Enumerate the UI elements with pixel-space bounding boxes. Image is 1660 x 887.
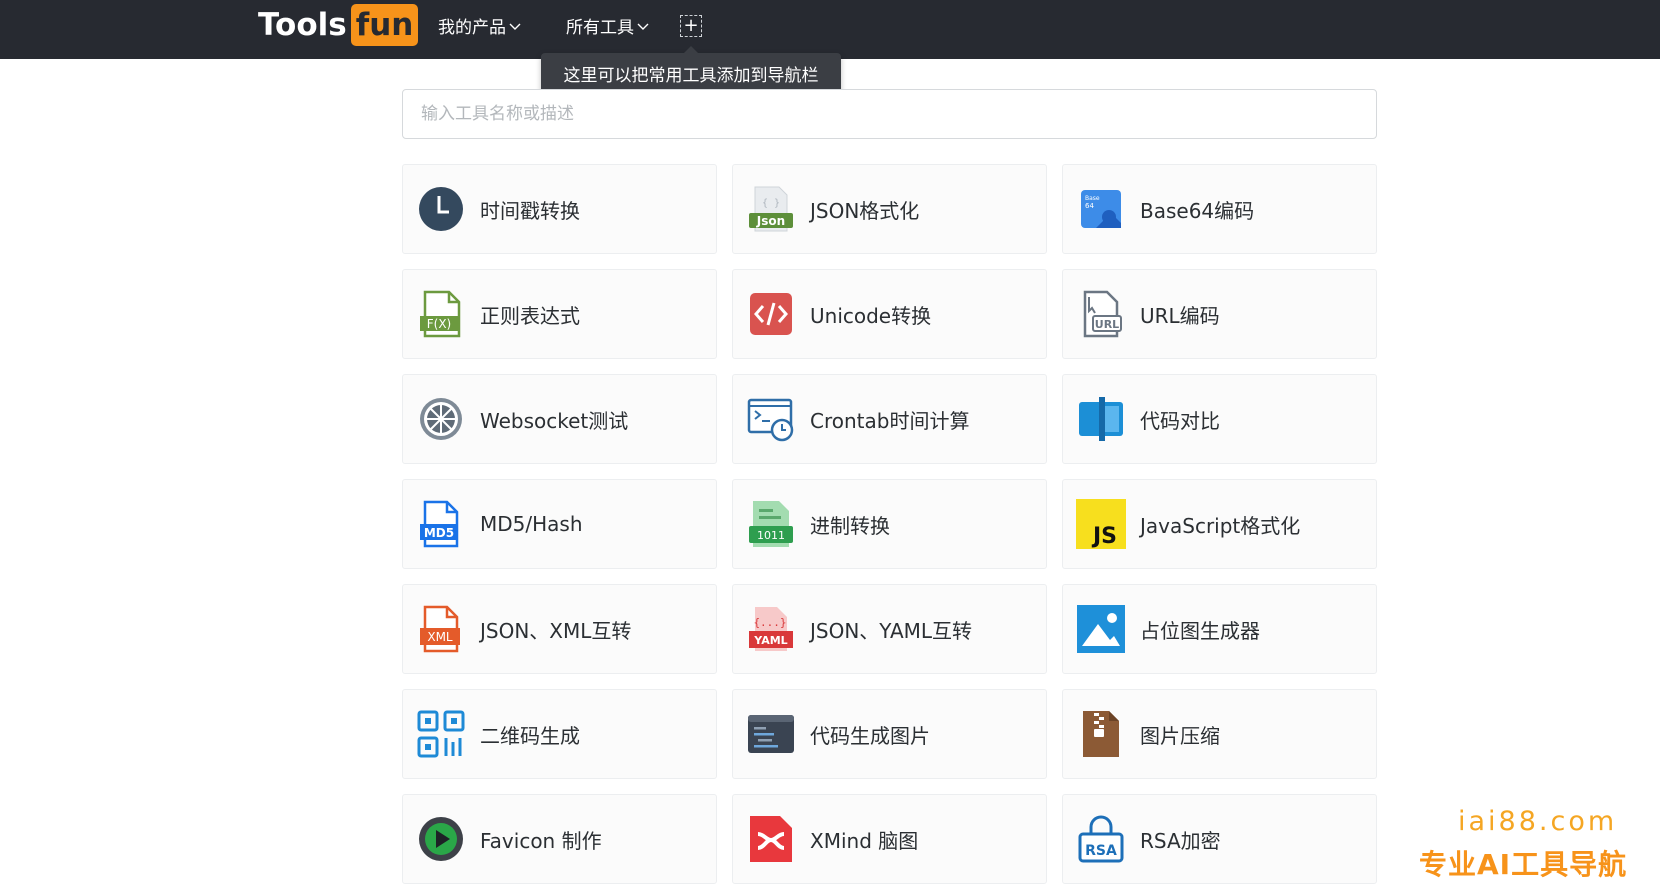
favicon-icon — [416, 814, 466, 864]
watermark-slogan: 专业AI工具导航 — [1419, 848, 1628, 881]
tool-card-label: Crontab时间计算 — [810, 408, 970, 433]
tool-card-json-format[interactable]: { } Json JSON格式化 — [732, 164, 1047, 254]
tool-card-crontab[interactable]: Crontab时间计算 — [732, 374, 1047, 464]
function-file-icon: F(X) — [416, 289, 466, 339]
tool-card-xmind[interactable]: XMind 脑图 — [732, 794, 1047, 884]
tools-grid: 时间戳转换 { } Json JSON格式化 Base 64 Base64编码 F(… — [402, 164, 1377, 884]
tool-card-label: 代码对比 — [1140, 408, 1220, 433]
split-compare-icon — [1076, 394, 1126, 444]
tool-card-favicon[interactable]: Favicon 制作 — [402, 794, 717, 884]
code-brackets-icon — [746, 289, 796, 339]
tool-card-label: RSA加密 — [1140, 828, 1221, 853]
xml-file-icon: XML — [416, 604, 466, 654]
tool-card-label: JavaScript格式化 — [1140, 513, 1301, 538]
tool-card-label: Base64编码 — [1140, 198, 1255, 223]
svg-text:F(X): F(X) — [427, 317, 452, 331]
zip-file-icon — [1076, 709, 1126, 759]
add-to-nav-button[interactable]: + — [680, 15, 702, 37]
tool-card-javascript-format[interactable]: JS JavaScript格式化 — [1062, 479, 1377, 569]
image-placeholder-icon — [1076, 604, 1126, 654]
terminal-timer-icon — [746, 394, 796, 444]
tool-card-label: URL编码 — [1140, 303, 1220, 328]
tool-card-placeholder-image[interactable]: 占位图生成器 — [1062, 584, 1377, 674]
chevron-down-icon — [637, 23, 649, 30]
tool-card-radix-convert[interactable]: 1011 进制转换 — [732, 479, 1047, 569]
svg-text:Base: Base — [1085, 195, 1100, 202]
svg-text:XML: XML — [427, 630, 453, 644]
svg-text:YAML: YAML — [753, 634, 787, 647]
tool-card-label: Favicon 制作 — [480, 828, 602, 853]
tool-card-label: JSON格式化 — [810, 198, 920, 223]
nav-my-products[interactable]: 我的产品 — [438, 13, 522, 38]
nav-all-tools[interactable]: 所有工具 — [566, 13, 650, 38]
svg-text:{...}: {...} — [753, 616, 786, 629]
xmind-icon — [746, 814, 796, 864]
tool-card-json-yaml[interactable]: {...} YAML JSON、YAML互转 — [732, 584, 1047, 674]
tool-card-image-compress[interactable]: 图片压缩 — [1062, 689, 1377, 779]
tool-card-label: 二维码生成 — [480, 723, 580, 748]
tool-card-md5-hash[interactable]: MD5 MD5/Hash — [402, 479, 717, 569]
svg-text:{ }: { } — [762, 198, 780, 209]
svg-text:JS: JS — [1091, 524, 1117, 549]
tool-card-rsa[interactable]: RSA RSA加密 — [1062, 794, 1377, 884]
binary-file-icon: 1011 — [746, 499, 796, 549]
brand-logo[interactable]: Tools fun — [258, 3, 419, 47]
yaml-file-icon: {...} YAML — [746, 604, 796, 654]
tool-card-url-encode[interactable]: URL URL编码 — [1062, 269, 1377, 359]
tool-card-unicode[interactable]: Unicode转换 — [732, 269, 1047, 359]
tool-card-label: 进制转换 — [810, 513, 890, 538]
tool-search-input[interactable] — [402, 89, 1377, 139]
tool-card-label: JSON、XML互转 — [480, 618, 632, 643]
top-navbar: Tools fun 我的产品 所有工具 + — [0, 0, 1660, 59]
tool-card-code-image[interactable]: 代码生成图片 — [732, 689, 1047, 779]
svg-text:1011: 1011 — [757, 529, 785, 542]
tool-card-label: 正则表达式 — [480, 303, 580, 328]
svg-text:RSA: RSA — [1085, 843, 1117, 859]
tool-card-qrcode[interactable]: 二维码生成 — [402, 689, 717, 779]
tool-card-label: Unicode转换 — [810, 303, 932, 328]
javascript-icon: JS — [1076, 499, 1126, 549]
tool-card-label: XMind 脑图 — [810, 828, 919, 853]
tool-card-label: 占位图生成器 — [1140, 618, 1260, 643]
tool-card-base64[interactable]: Base 64 Base64编码 — [1062, 164, 1377, 254]
tool-card-label: MD5/Hash — [480, 512, 583, 536]
tool-card-json-xml[interactable]: XML JSON、XML互转 — [402, 584, 717, 674]
code-image-icon — [746, 709, 796, 759]
svg-text:64: 64 — [1085, 202, 1094, 210]
rsa-lock-icon: RSA — [1076, 814, 1126, 864]
brand-logo-highlight: fun — [350, 4, 419, 46]
qrcode-icon — [416, 709, 466, 759]
tool-card-label: 图片压缩 — [1140, 723, 1220, 748]
websocket-icon — [416, 394, 466, 444]
json-file-icon: { } Json — [746, 184, 796, 234]
base64-icon: Base 64 — [1076, 184, 1126, 234]
tool-card-label: 时间戳转换 — [480, 198, 580, 223]
clock-icon — [416, 184, 466, 234]
tool-card-label: Websocket测试 — [480, 408, 629, 433]
url-file-icon: URL — [1076, 289, 1126, 339]
tool-card-label: 代码生成图片 — [810, 723, 930, 748]
brand-logo-text: Tools — [258, 7, 347, 43]
tool-card-websocket[interactable]: Websocket测试 — [402, 374, 717, 464]
svg-text:Json: Json — [756, 214, 785, 228]
svg-text:MD5: MD5 — [424, 526, 454, 540]
tool-card-regex[interactable]: F(X) 正则表达式 — [402, 269, 717, 359]
nav-my-products-label: 我的产品 — [438, 18, 506, 38]
tool-card-label: JSON、YAML互转 — [810, 618, 973, 643]
tool-card-timestamp[interactable]: 时间戳转换 — [402, 164, 717, 254]
svg-text:URL: URL — [1095, 318, 1119, 331]
chevron-down-icon — [509, 23, 521, 30]
md5-file-icon: MD5 — [416, 499, 466, 549]
watermark-domain: iai88.com — [1458, 806, 1618, 837]
tool-card-code-diff[interactable]: 代码对比 — [1062, 374, 1377, 464]
nav-all-tools-label: 所有工具 — [566, 18, 634, 38]
